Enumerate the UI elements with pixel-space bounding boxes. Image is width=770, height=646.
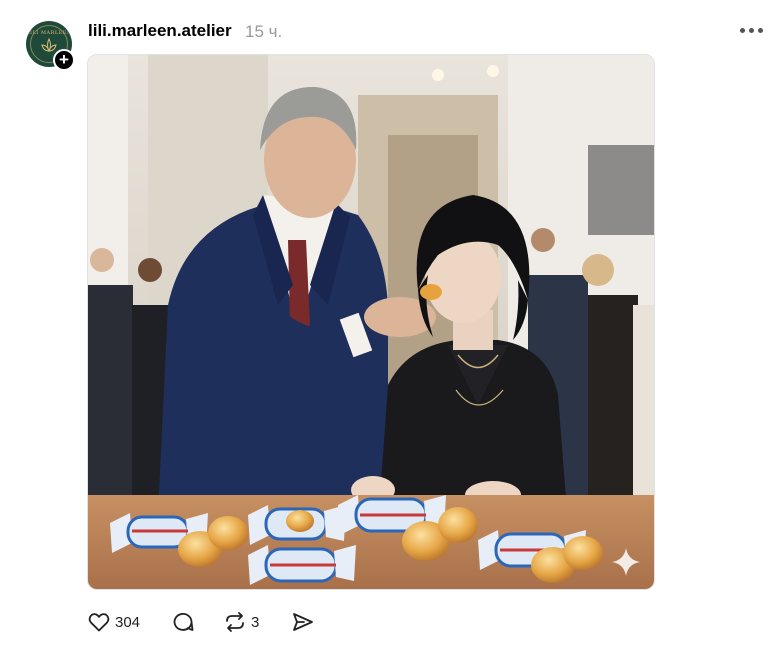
repost-icon — [226, 612, 244, 632]
repost-button[interactable]: 3 — [223, 609, 259, 635]
post-username[interactable]: lili.marleen.atelier — [88, 21, 232, 41]
more-options-icon[interactable] — [740, 28, 764, 36]
follow-plus-icon[interactable]: + — [53, 49, 75, 71]
like-button[interactable]: 304 — [87, 609, 140, 635]
like-count: 304 — [115, 613, 141, 631]
post-timestamp[interactable]: 15 ч. — [245, 22, 282, 42]
repost-count: 3 — [251, 613, 260, 631]
heart-icon — [88, 613, 110, 632]
share-icon — [293, 613, 313, 631]
post-card: LILI MARLEEN + lili.marleen.atelier 15 ч… — [0, 0, 770, 646]
avatar[interactable]: LILI MARLEEN + — [26, 21, 75, 71]
post-image[interactable] — [87, 54, 655, 590]
comment-button[interactable] — [171, 609, 195, 635]
share-button[interactable] — [291, 609, 315, 635]
comment-icon — [173, 613, 194, 631]
